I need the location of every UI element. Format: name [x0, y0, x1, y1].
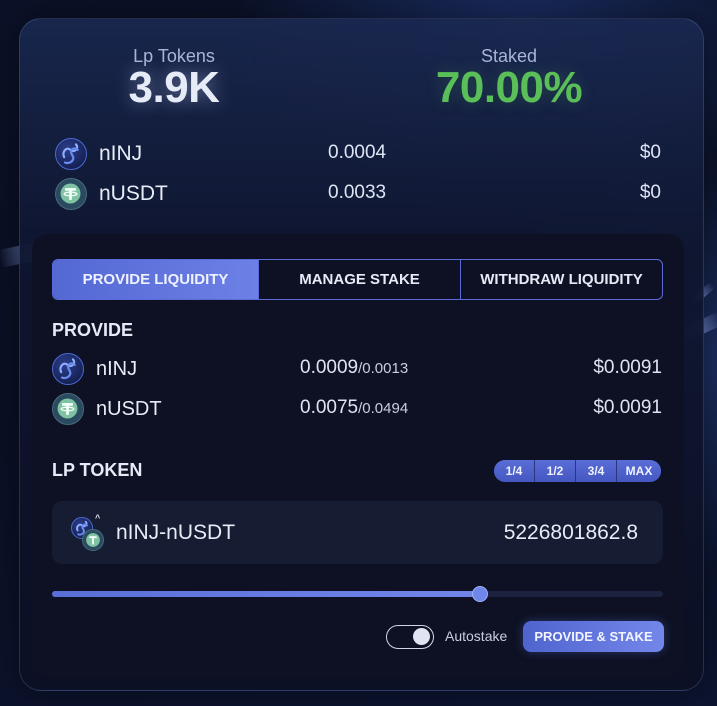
injective-icon — [55, 138, 87, 170]
tab-withdraw-liquidity[interactable]: WITHDRAW LIQUIDITY — [460, 260, 662, 299]
three-quarter-button[interactable]: 3/4 — [575, 460, 616, 482]
provide-amount-max: /0.0013 — [358, 360, 409, 377]
half-button[interactable]: 1/2 — [534, 460, 575, 482]
provide-amount[interactable]: 0.0075/0.0494 — [300, 397, 408, 419]
provide-amount-max: /0.0494 — [358, 400, 409, 417]
amount-slider[interactable] — [52, 586, 663, 602]
lp-pair-name: nINJ-nUSDT — [116, 521, 236, 544]
staked-stat: Staked 70.00% — [399, 46, 619, 113]
lp-token-amount-field[interactable]: ^ nINJ-nUSDT 5226801862.8 — [52, 501, 663, 564]
pool-asset-usd: $0 — [639, 142, 661, 163]
tab-bar: PROVIDE LIQUIDITY MANAGE STAKE WITHDRAW … — [52, 259, 663, 300]
provide-usd: $0.0091 — [593, 357, 662, 378]
lp-token-amount: 5226801862.8 — [503, 521, 638, 544]
lp-token-title: LP TOKEN — [52, 460, 143, 480]
pool-asset-symbol: nUSDT — [99, 182, 168, 205]
provide-row: nINJ — [52, 353, 137, 385]
slider-thumb[interactable] — [472, 586, 488, 602]
provide-usd: $0.0091 — [593, 397, 662, 418]
pool-asset-amount: 0.0004 — [328, 142, 387, 163]
tether-icon — [55, 178, 87, 210]
tether-icon — [82, 529, 104, 551]
pair-icon: ^ — [71, 513, 107, 551]
tab-provide-liquidity[interactable]: PROVIDE LIQUIDITY — [53, 260, 258, 299]
pool-asset-amount: 0.0033 — [328, 182, 387, 203]
provide-amount-value: 0.0075 — [300, 397, 359, 418]
quarter-button[interactable]: 1/4 — [494, 460, 534, 482]
provide-symbol: nUSDT — [96, 397, 162, 420]
pool-asset-row: nINJ — [55, 138, 142, 170]
injective-icon — [52, 353, 84, 385]
lp-tokens-value: 3.9K — [128, 63, 220, 112]
provide-amount-value: 0.0009 — [300, 357, 359, 378]
provide-symbol: nINJ — [96, 357, 138, 380]
provide-title: PROVIDE — [52, 320, 134, 340]
tab-manage-stake[interactable]: MANAGE STAKE — [258, 260, 460, 299]
max-button[interactable]: MAX — [616, 460, 661, 482]
pool-asset-usd: $0 — [639, 182, 661, 203]
staked-value: 70.00% — [435, 63, 583, 112]
tether-icon — [52, 393, 84, 425]
provide-and-stake-button[interactable]: PROVIDE & STAKE — [523, 621, 664, 652]
autostake-toggle[interactable] — [386, 625, 434, 649]
slider-fill — [52, 591, 480, 597]
action-panel — [32, 234, 684, 677]
pool-asset-symbol: nINJ — [99, 142, 143, 165]
autostake-label: Autostake — [445, 628, 508, 644]
lp-tokens-stat: Lp Tokens 3.9K — [64, 46, 284, 113]
provide-amount[interactable]: 0.0009/0.0013 — [300, 357, 408, 379]
toggle-knob — [413, 628, 430, 645]
fraction-buttons: 1/4 1/2 3/4 MAX — [494, 460, 661, 482]
pool-asset-row: nUSDT — [55, 178, 168, 210]
provide-row: nUSDT — [52, 393, 162, 425]
caret-icon: ^ — [95, 513, 101, 523]
